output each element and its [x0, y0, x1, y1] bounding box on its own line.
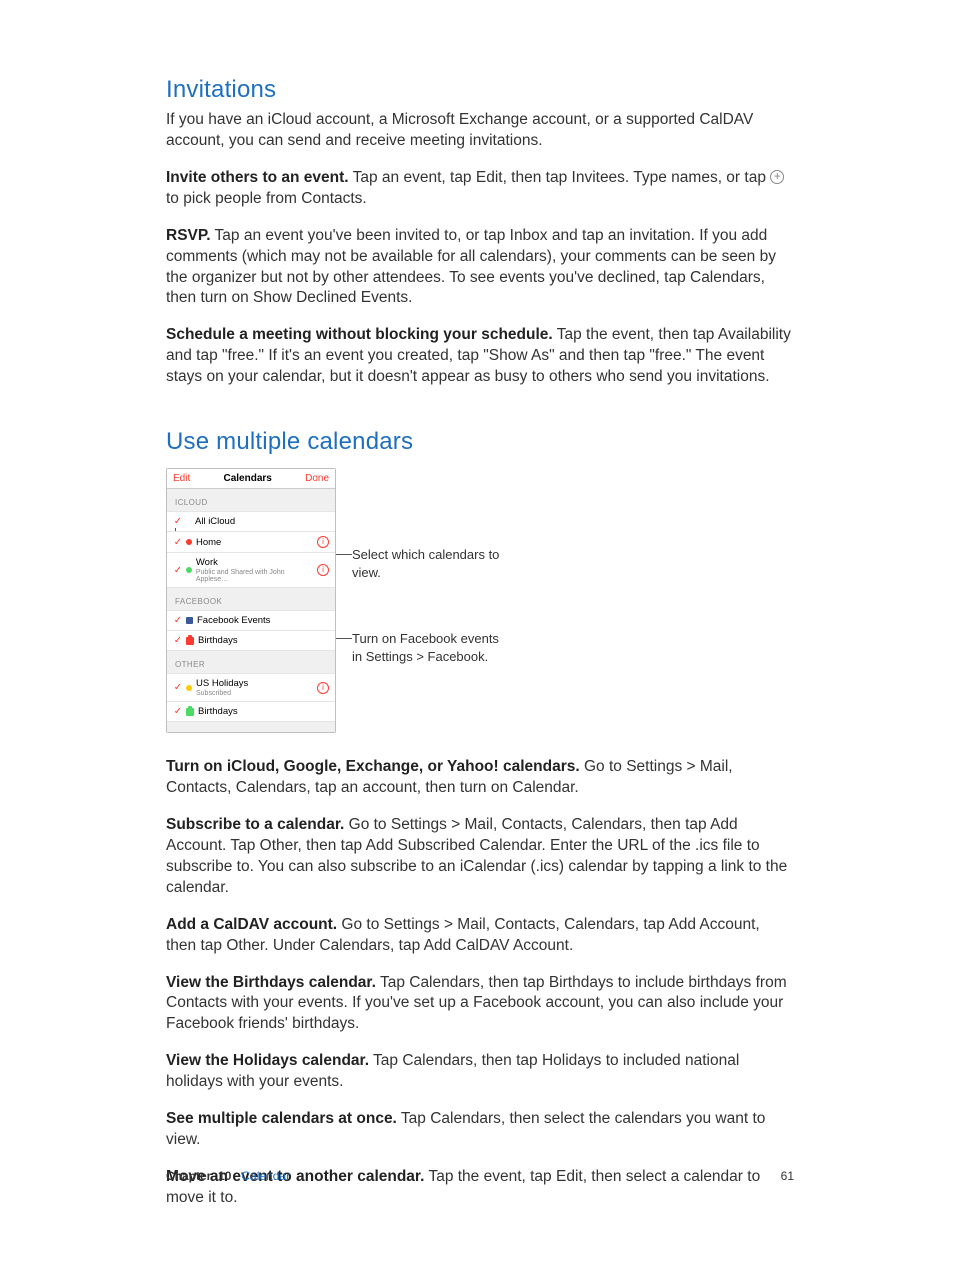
- para-turn-on-calendars: Turn on iCloud, Google, Exchange, or Yah…: [166, 757, 794, 799]
- check-icon: ✓: [173, 615, 183, 626]
- check-icon: ✓: [173, 565, 183, 576]
- para-birthdays: View the Birthdays calendar. Tap Calenda…: [166, 973, 794, 1036]
- para-holidays: View the Holidays calendar. Tap Calendar…: [166, 1051, 794, 1093]
- check-icon: ✓: [173, 537, 183, 548]
- group-icloud-label: ICLOUD: [167, 489, 335, 511]
- calendar-color-dot: [186, 567, 192, 573]
- calendar-row-all-icloud[interactable]: ✓ All iCloud: [167, 511, 335, 531]
- info-icon[interactable]: i: [317, 682, 329, 694]
- calendar-row-fb-birthdays[interactable]: ✓ Birthdays: [167, 630, 335, 651]
- birthday-icon: [186, 637, 194, 645]
- para-subscribe: Subscribe to a calendar. Go to Settings …: [166, 815, 794, 899]
- callout-select-calendars: Select which calendars to view.: [352, 546, 512, 581]
- para-multiple-at-once: See multiple calendars at once. Tap Cale…: [166, 1109, 794, 1151]
- done-button[interactable]: Done: [305, 473, 329, 484]
- phone-nav-bar: Edit Calendars Done: [167, 469, 335, 489]
- text: Tap an event you've been invited to, or …: [166, 227, 776, 307]
- calendar-row-other-birthdays[interactable]: ✓ Birthdays: [167, 701, 335, 722]
- plus-icon: [770, 170, 784, 184]
- calendar-name: Work: [196, 557, 317, 568]
- edit-button[interactable]: Edit: [173, 473, 190, 484]
- callout-facebook: Turn on Facebook events in Settings > Fa…: [352, 630, 512, 665]
- calendar-subtext: Public and Shared with John Applese…: [196, 569, 317, 583]
- info-icon[interactable]: i: [317, 536, 329, 548]
- phone-title: Calendars: [223, 473, 271, 484]
- calendar-name: All iCloud: [195, 516, 235, 527]
- phone-screenshot: Edit Calendars Done ICLOUD ✓ All iCloud …: [166, 468, 336, 733]
- facebook-icon: [186, 617, 193, 624]
- label: Turn on iCloud, Google, Exchange, or Yah…: [166, 758, 580, 775]
- footer-page-number: 61: [781, 1169, 794, 1183]
- info-icon[interactable]: i: [317, 564, 329, 576]
- para-schedule-meeting: Schedule a meeting without blocking your…: [166, 325, 794, 388]
- footer-chapter-num: 10: [218, 1169, 231, 1183]
- check-icon: ✓: [173, 635, 183, 646]
- calendar-row-home[interactable]: ✓ Home i: [167, 531, 335, 552]
- calendar-name: Birthdays: [198, 635, 238, 646]
- label: Subscribe to a calendar.: [166, 816, 344, 833]
- para-rsvp: RSVP. Tap an event you've been invited t…: [166, 226, 794, 310]
- label-schedule-meeting: Schedule a meeting without blocking your…: [166, 326, 553, 343]
- text: to pick people from Contacts.: [166, 190, 367, 207]
- label: Add a CalDAV account.: [166, 916, 337, 933]
- footer-chapter-label: Chapter: [166, 1169, 211, 1183]
- check-icon: ✓: [173, 682, 183, 693]
- calendar-row-work[interactable]: ✓ Work Public and Shared with John Apple…: [167, 552, 335, 588]
- label: View the Holidays calendar.: [166, 1052, 369, 1069]
- calendar-row-facebook-events[interactable]: ✓ Facebook Events: [167, 610, 335, 630]
- lead-line: [336, 554, 352, 555]
- calendar-color-dot: [186, 539, 192, 545]
- group-facebook-label: FACEBOOK: [167, 588, 335, 610]
- label: See multiple calendars at once.: [166, 1110, 397, 1127]
- page-footer: Chapter 10 Calendar 61: [166, 1169, 794, 1183]
- label-rsvp: RSVP.: [166, 227, 211, 244]
- text: Tap an event, tap Edit, then tap Invitee…: [349, 169, 771, 186]
- birthday-icon: [186, 708, 194, 716]
- calendar-name: Home: [196, 537, 221, 548]
- para-invite-others: Invite others to an event. Tap an event,…: [166, 168, 794, 210]
- calendar-name: Birthdays: [198, 706, 238, 717]
- figure-calendars: Edit Calendars Done ICLOUD ✓ All iCloud …: [166, 468, 794, 733]
- calendar-name: Facebook Events: [197, 615, 270, 626]
- calendar-color-dot: [186, 685, 192, 691]
- check-icon: ✓: [173, 706, 183, 717]
- check-icon: ✓: [173, 516, 183, 527]
- section-heading-multiple-calendars: Use multiple calendars: [166, 428, 794, 456]
- label: View the Birthdays calendar.: [166, 974, 376, 991]
- para-caldav: Add a CalDAV account. Go to Settings > M…: [166, 915, 794, 957]
- calendar-name: US Holidays: [196, 678, 248, 689]
- calendar-subtext: Subscribed: [196, 690, 248, 697]
- group-other-label: OTHER: [167, 651, 335, 673]
- section-heading-invitations: Invitations: [166, 76, 794, 104]
- para-invitations-intro: If you have an iCloud account, a Microso…: [166, 110, 794, 152]
- label-invite-others: Invite others to an event.: [166, 169, 349, 186]
- footer-section: Calendar: [241, 1169, 290, 1183]
- lead-line: [336, 638, 352, 639]
- calendar-row-us-holidays[interactable]: ✓ US Holidays Subscribed i: [167, 673, 335, 701]
